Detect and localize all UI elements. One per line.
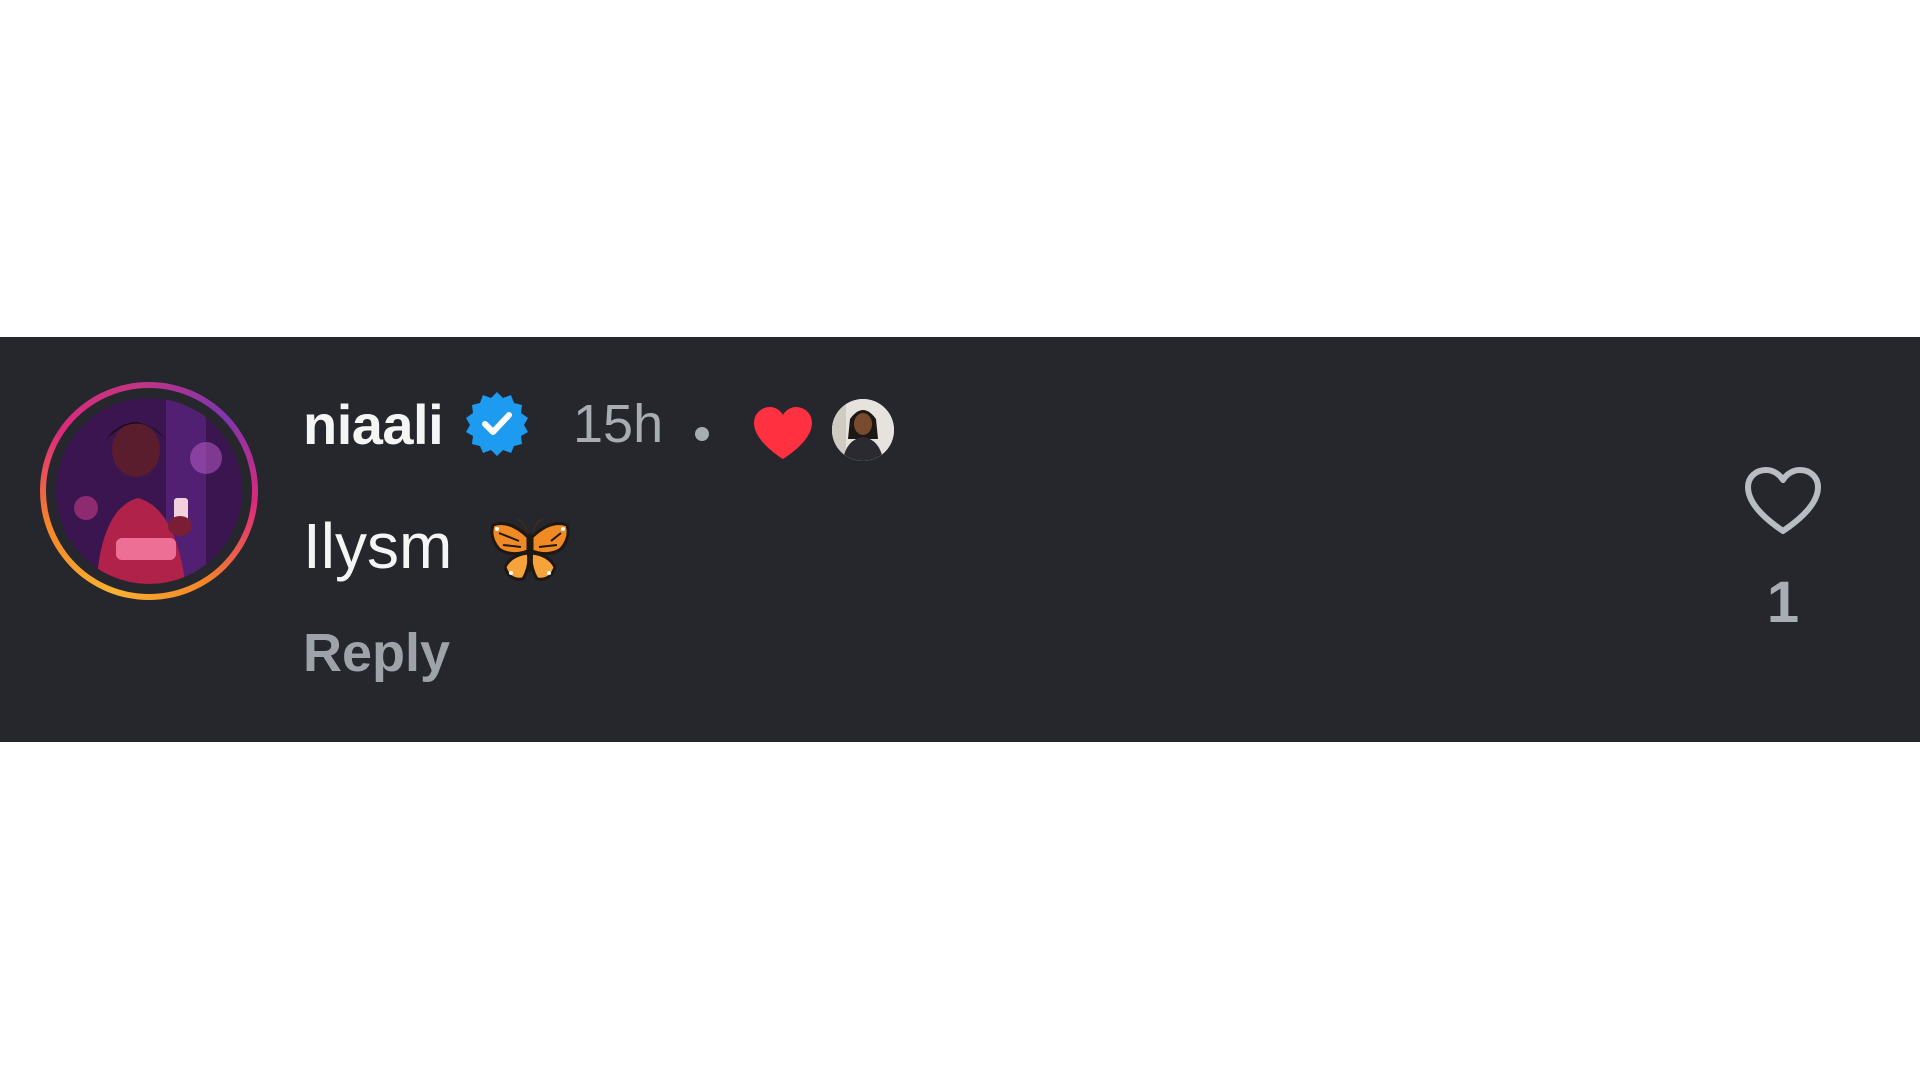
creator-avatar	[832, 399, 894, 461]
comment-timestamp: 15h	[573, 394, 664, 454]
reply-button[interactable]: Reply	[303, 622, 450, 684]
comment-row: niaali 15h Ilysm Reply 1	[0, 337, 1920, 742]
creator-avatar-image	[832, 399, 894, 461]
commenter-avatar-photo	[56, 398, 242, 584]
comment-username[interactable]: niaali	[303, 392, 444, 457]
heart-outline-icon[interactable]	[1743, 465, 1823, 537]
verified-badge-icon	[466, 392, 528, 456]
commenter-avatar[interactable]	[40, 382, 258, 600]
butterfly-emoji	[490, 518, 570, 581]
page: niaali 15h Ilysm Reply 1	[0, 0, 1920, 1080]
separator-dot	[695, 427, 709, 441]
heart-icon	[754, 407, 812, 459]
like-count: 1	[1766, 570, 1800, 635]
comment-text: Ilysm	[303, 510, 453, 582]
avatar-portrait-image	[56, 398, 242, 584]
